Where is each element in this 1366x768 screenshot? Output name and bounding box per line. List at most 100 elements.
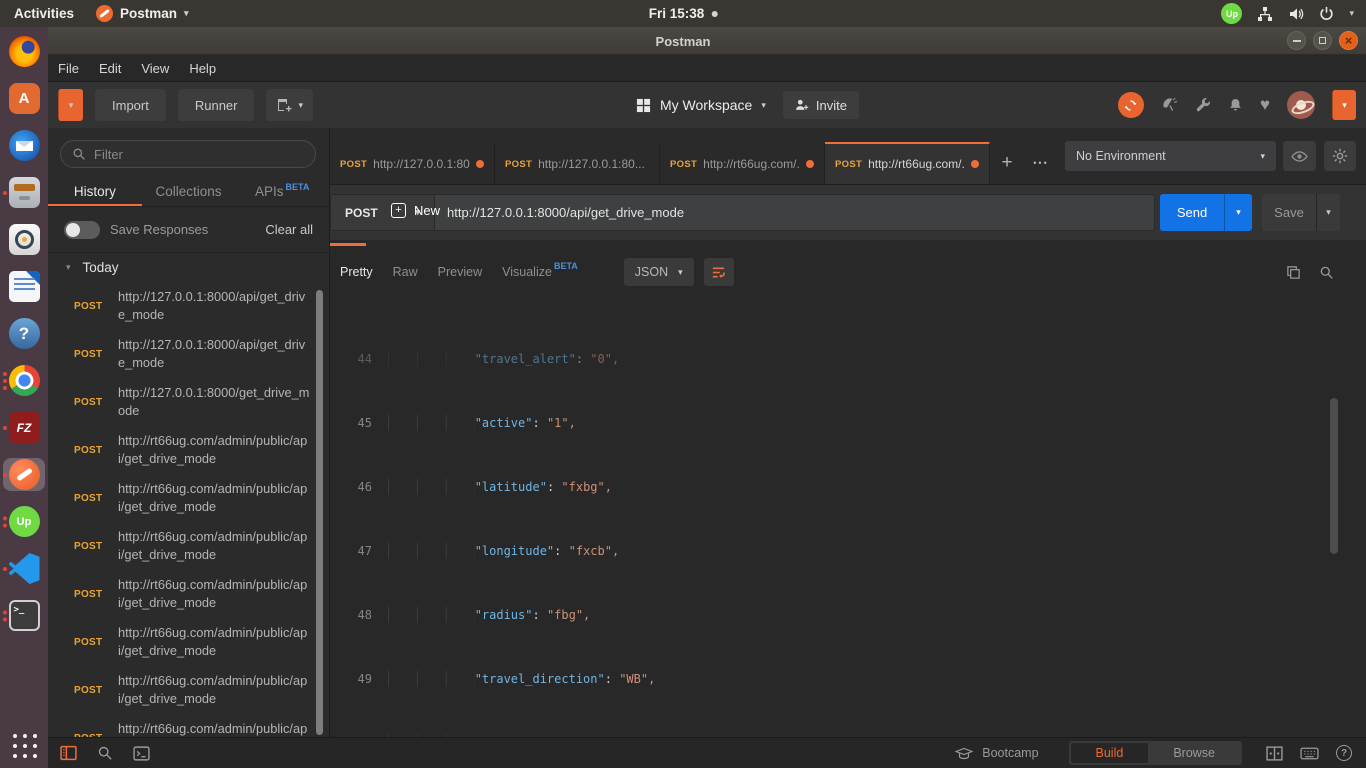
tab-options-button[interactable]: ••• [1024,142,1058,184]
dock-item-vscode[interactable] [3,552,45,585]
close-button[interactable]: × [1339,31,1358,50]
filter-box[interactable] [60,140,316,168]
keyboard-icon[interactable] [1300,747,1319,760]
send-button[interactable]: Send [1160,194,1224,231]
dock-item-firefox[interactable] [3,35,45,68]
import-button[interactable]: Import [95,89,166,121]
runner-button[interactable]: Runner [178,89,255,121]
dock-item-upwork[interactable]: Up [3,505,45,538]
clock[interactable]: Fri 15:38 [649,6,718,21]
two-pane-icon[interactable] [1266,746,1283,761]
find-button[interactable] [97,745,113,761]
avatar[interactable] [1287,91,1315,119]
save-button[interactable]: Save [1262,194,1316,231]
response-scrollbar[interactable] [1330,398,1338,554]
request-url-row: POST ▾ http://127.0.0.1:8000/api/get_dri… [330,185,1366,240]
menu-help[interactable]: Help [179,61,226,76]
window-title: Postman [0,27,1366,55]
sidebar-scrollbar[interactable] [316,290,323,735]
sync-icon[interactable] [1118,92,1144,118]
build-tab[interactable]: Build [1071,743,1149,763]
history-item[interactable]: POST http://127.0.0.1:8000/api/get_drive… [48,330,329,378]
toolbar-right-icons: ♥ Upgrade ▾ [1118,82,1356,128]
dock-item-libreoffice-writer[interactable] [3,270,45,303]
maximize-button[interactable] [1313,31,1332,50]
upgrade-button[interactable]: Upgrade ▾ [1332,90,1356,120]
environment-selector[interactable]: No Environment ▾ [1065,141,1276,171]
history-item[interactable]: POST http://rt66ug.com/admin/public/api/… [48,618,329,666]
invite-button[interactable]: Invite [783,91,859,119]
bell-icon[interactable] [1228,97,1243,113]
dock-item-help[interactable]: ? [3,317,45,350]
history-item[interactable]: POST http://rt66ug.com/admin/public/api/… [48,474,329,522]
response-view-preview[interactable]: Preview [438,265,482,279]
sidebar-tab-apis[interactable]: APIs BETA [235,176,329,206]
upwork-tray-icon[interactable]: Up [1221,3,1242,24]
request-tab[interactable]: POST http://127.0.0.1:80... [495,142,660,184]
menu-view[interactable]: View [131,61,179,76]
url-input[interactable]: http://127.0.0.1:8000/api/get_drive_mode [435,194,1155,231]
show-applications-icon[interactable] [9,730,39,760]
app-menu[interactable]: Postman ▾ [88,5,197,22]
minimize-button[interactable] [1287,31,1306,50]
settings-button[interactable] [1324,141,1356,171]
history-item[interactable]: POST http://rt66ug.com/admin/public/api/… [48,666,329,714]
response-format-selector[interactable]: JSON ▾ [624,258,694,286]
response-body[interactable]: 44 "travel_alert": "0", 45 "active": "1"… [330,296,1366,737]
console-button[interactable] [133,746,150,761]
save-options-caret[interactable]: ▾ [1316,194,1340,231]
response-view-visualize[interactable]: Visualize BETA [502,265,578,279]
history-url: http://rt66ug.com/admin/public/api/get_d… [118,672,310,708]
bootcamp-button[interactable]: Bootcamp [955,746,1038,760]
workspace-switcher[interactable]: My Workspace ▾ Invite [636,82,859,128]
response-view-raw[interactable]: Raw [393,265,418,279]
satellite-icon[interactable] [1161,97,1178,114]
save-responses-toggle[interactable] [64,221,100,239]
dock-item-terminal[interactable]: >_ [3,599,45,632]
activities-button[interactable]: Activities [0,6,88,21]
help-icon[interactable]: ? [1336,745,1352,761]
environment-preview-button[interactable] [1283,141,1316,171]
dock-item-media-player[interactable] [3,223,45,256]
filter-input[interactable] [94,147,304,162]
history-item[interactable]: POST http://127.0.0.1:8000/get_drive_mod… [48,378,329,426]
clear-all-button[interactable]: Clear all [265,222,313,237]
dock-item-filezilla[interactable]: FZ [3,411,45,444]
heart-icon[interactable]: ♥ [1260,95,1270,115]
sidebar-tab-collections[interactable]: Collections [142,176,236,206]
dock-item-files[interactable] [3,176,45,209]
search-icon[interactable] [1319,265,1334,280]
history-item[interactable]: POST http://rt66ug.com/admin/public/api/… [48,426,329,474]
send-options-caret[interactable]: ▾ [1224,194,1252,231]
wrap-lines-button[interactable] [704,258,734,286]
sidebar-tab-history[interactable]: History [48,176,142,206]
dock-item-ubuntu-software[interactable]: A [3,82,45,115]
request-tab[interactable]: POST http://rt66ug.com/... [660,142,825,184]
new-button-caret[interactable]: ▾ [58,89,83,121]
line-code: "latitude": "fxbg", [388,479,612,495]
open-new-button[interactable]: ▾ [266,89,313,121]
history-item[interactable]: POST http://rt66ug.com/admin/public/api/… [48,570,329,618]
history-item[interactable]: POST http://127.0.0.1:8000/api/get_drive… [48,282,329,330]
new-tab-button[interactable]: + [990,142,1024,184]
volume-icon [1288,6,1304,22]
request-tab[interactable]: POST http://rt66ug.com/... [825,142,990,184]
dock-item-thunderbird[interactable] [3,129,45,162]
window-title-bar[interactable]: Postman × [0,27,1366,55]
history-group-today[interactable]: ▾ Today [48,252,329,282]
response-view-pretty[interactable]: Pretty [340,265,373,279]
dock-item-chrome[interactable] [3,364,45,397]
new-button[interactable]: + New ▾ [58,89,83,121]
request-tab[interactable]: POST http://127.0.0.1:80... [330,142,495,184]
system-tray[interactable]: Up ▾ [1221,3,1366,24]
toggle-sidebar-button[interactable] [60,745,77,761]
menu-file[interactable]: File [48,61,89,76]
wrench-icon[interactable] [1195,97,1211,113]
copy-icon[interactable] [1286,265,1301,280]
upgrade-caret[interactable]: ▾ [1332,90,1356,120]
browse-tab[interactable]: Browse [1148,743,1240,763]
history-item[interactable]: POST http://rt66ug.com/admin/public/api/… [48,522,329,570]
history-item[interactable]: POST http://rt66ug.com/admin/public/api/… [48,714,329,737]
menu-edit[interactable]: Edit [89,61,131,76]
dock-item-postman[interactable] [3,458,45,491]
